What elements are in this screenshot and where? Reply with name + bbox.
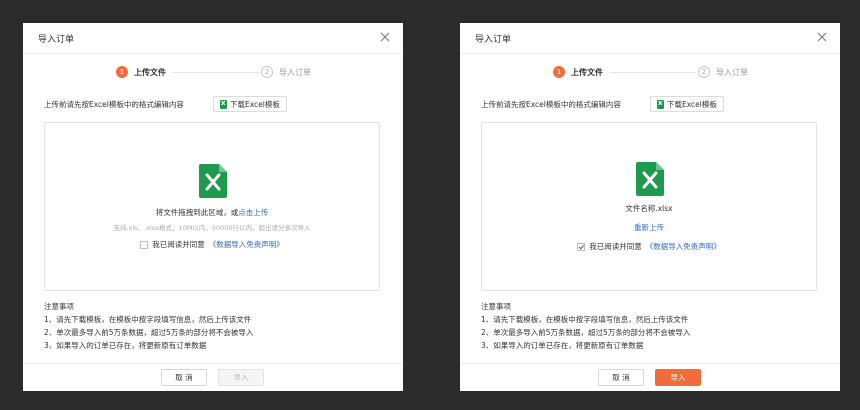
dialog-header: 导入订单 bbox=[23, 23, 403, 54]
note-item: 3、如果导入的订单已存在，将更新原有订单数据 bbox=[44, 341, 207, 350]
excel-file-icon bbox=[199, 164, 227, 198]
selected-file-name: 文件名称.xlsx bbox=[625, 204, 673, 213]
dropzone-text: 将文件拖拽到此区域，或 bbox=[155, 208, 239, 217]
cancel-button[interactable]: 取 消 bbox=[161, 369, 207, 386]
step-divider bbox=[173, 72, 259, 73]
dialog-footer: 取 消 导入 bbox=[460, 363, 840, 391]
close-icon[interactable] bbox=[816, 31, 828, 43]
step2-label: 导入订单 bbox=[716, 68, 748, 77]
agreement-checkbox[interactable] bbox=[140, 240, 149, 249]
note-item: 1、请先下载模板，在模板中按字段填写信息，然后上传该文件 bbox=[44, 315, 252, 324]
download-template-button[interactable]: 下载Excel模板 bbox=[650, 96, 724, 112]
import-dialog-file-selected: 导入订单 1 上传文件 2 导入订单 上传前请先按Excel模板中的格式编辑内容… bbox=[460, 23, 840, 391]
upload-dropzone[interactable]: 文件名称.xlsx 重新上传 我已阅读并同意 《数据导入免责声明》 bbox=[481, 122, 817, 291]
step-indicator: 1 上传文件 2 导入订单 bbox=[460, 66, 840, 80]
step1-label: 上传文件 bbox=[134, 68, 166, 77]
click-upload-link[interactable]: 点击上传 bbox=[238, 208, 268, 217]
note-item: 3、如果导入的订单已存在，将更新原有订单数据 bbox=[481, 341, 644, 350]
dialog-footer: 取 消 导入 bbox=[23, 363, 403, 391]
note-item: 2、单次最多导入前5万条数据，超过5万条的部分将不会被导入 bbox=[44, 328, 254, 337]
template-hint-row: 上传前请先按Excel模板中的格式编辑内容 下载Excel模板 bbox=[481, 96, 821, 112]
dialog-header: 导入订单 bbox=[460, 23, 840, 54]
step-indicator: 1 上传文件 2 导入订单 bbox=[23, 66, 403, 80]
agreement-text: 我已阅读并同意 bbox=[589, 242, 642, 251]
step2-number: 2 bbox=[261, 66, 273, 78]
step1-number: 1 bbox=[116, 66, 128, 78]
step2-label: 导入订单 bbox=[279, 68, 311, 77]
template-hint-row: 上传前请先按Excel模板中的格式编辑内容 下载Excel模板 bbox=[44, 96, 384, 112]
dropzone-text-line: 将文件拖拽到此区域，或点击上传 bbox=[45, 207, 379, 218]
agreement-checkbox[interactable] bbox=[577, 242, 586, 251]
agreement-row: 我已阅读并同意 《数据导入免责声明》 bbox=[482, 241, 816, 252]
close-icon[interactable] bbox=[379, 31, 391, 43]
notes-title: 注意事项 bbox=[481, 302, 511, 311]
excel-icon bbox=[657, 99, 664, 109]
step1-number: 1 bbox=[553, 66, 565, 78]
note-item: 2、单次最多导入前5万条数据，超过5万条的部分将不会被导入 bbox=[481, 328, 691, 337]
step-divider bbox=[610, 72, 696, 73]
upload-dropzone[interactable]: 将文件拖拽到此区域，或点击上传 支持.xls、.xlsx格式，10M以内，500… bbox=[44, 122, 380, 291]
dropzone-requirements: 支持.xls、.xlsx格式，10M以内，50000行以内，超出请分多次导入 bbox=[113, 224, 311, 232]
excel-icon bbox=[220, 99, 227, 109]
notes-title: 注意事项 bbox=[44, 302, 74, 311]
disclaimer-link[interactable]: 《数据导入免责声明》 bbox=[209, 239, 284, 250]
agreement-text: 我已阅读并同意 bbox=[152, 240, 205, 249]
template-hint: 上传前请先按Excel模板中的格式编辑内容 bbox=[44, 100, 184, 109]
cancel-button[interactable]: 取 消 bbox=[598, 369, 644, 386]
download-template-label: 下载Excel模板 bbox=[667, 99, 717, 109]
step2-number: 2 bbox=[698, 66, 710, 78]
template-hint: 上传前请先按Excel模板中的格式编辑内容 bbox=[481, 100, 621, 109]
disclaimer-link[interactable]: 《数据导入免责声明》 bbox=[646, 241, 721, 252]
reupload-link[interactable]: 重新上传 bbox=[634, 223, 664, 232]
excel-file-icon bbox=[636, 162, 664, 196]
notes-section: 注意事项 1、请先下载模板，在模板中按字段填写信息，然后上传该文件 2、单次最多… bbox=[481, 300, 690, 352]
agreement-row: 我已阅读并同意 《数据导入免责声明》 bbox=[45, 239, 379, 250]
note-item: 1、请先下载模板，在模板中按字段填写信息，然后上传该文件 bbox=[481, 315, 689, 324]
dialog-title: 导入订单 bbox=[475, 35, 512, 45]
download-template-label: 下载Excel模板 bbox=[230, 99, 280, 109]
import-dialog-empty: 导入订单 1 上传文件 2 导入订单 上传前请先按Excel模板中的格式编辑内容… bbox=[23, 23, 403, 391]
notes-section: 注意事项 1、请先下载模板，在模板中按字段填写信息，然后上传该文件 2、单次最多… bbox=[44, 300, 253, 352]
download-template-button[interactable]: 下载Excel模板 bbox=[213, 96, 287, 112]
step1-label: 上传文件 bbox=[571, 68, 603, 77]
dialog-title: 导入订单 bbox=[38, 35, 75, 45]
import-button[interactable]: 导入 bbox=[655, 369, 701, 386]
reupload-line: 重新上传 bbox=[482, 222, 816, 233]
import-button-disabled: 导入 bbox=[218, 369, 264, 386]
